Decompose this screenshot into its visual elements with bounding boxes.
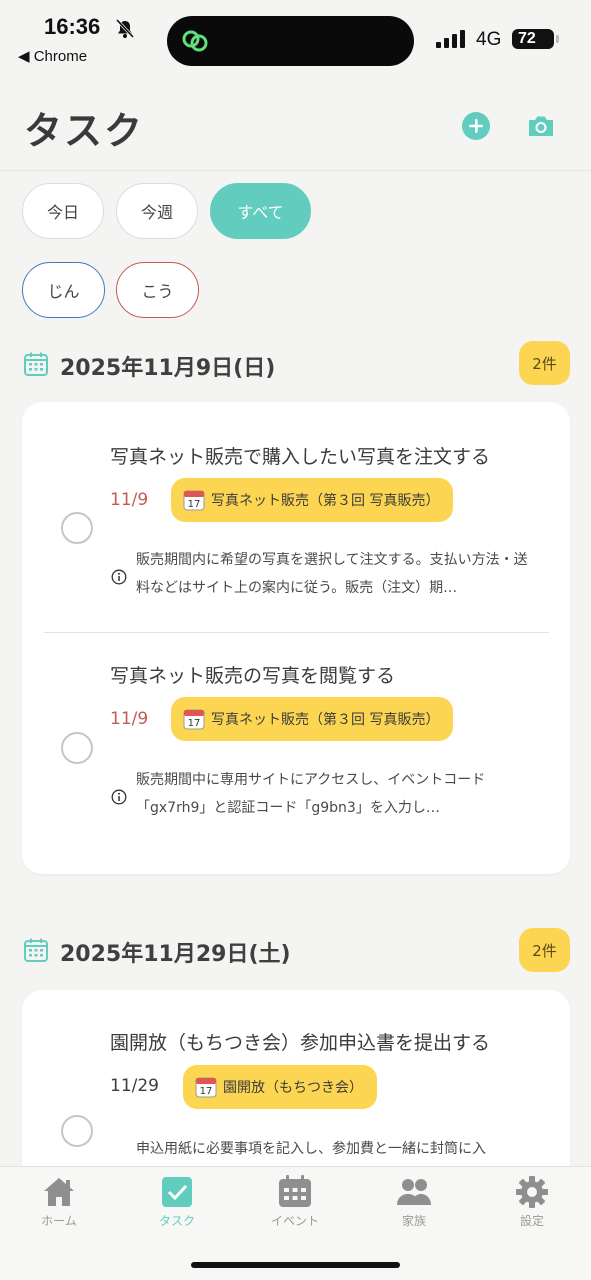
filter-today-chip[interactable]: 今日 [22, 183, 104, 239]
chip-label: 今日 [46, 203, 79, 222]
event-tag-label: 写真ネット販売（第３回 写真販売） [211, 712, 440, 728]
svg-text:17: 17 [188, 499, 201, 510]
chip-label: すべて [237, 203, 284, 222]
calendar-icon: 17 [195, 1077, 217, 1098]
page-title: タスク [24, 109, 145, 153]
task-checkbox[interactable] [61, 1115, 93, 1147]
calendar-icon [279, 1175, 311, 1207]
plus-circle-icon[interactable] [461, 111, 491, 141]
task-title: 写真ネット販売の写真を閲覧する [110, 665, 396, 687]
task-date: 11/29 [110, 1076, 159, 1096]
filter-person-kou-chip[interactable]: こう [116, 262, 199, 318]
bell-muted-icon [115, 18, 135, 39]
filter-person-jin-chip[interactable]: じん [22, 262, 105, 318]
task-checkbox[interactable] [61, 732, 93, 764]
calendar-icon: 17 [183, 490, 205, 511]
back-to-app-link[interactable]: ◀ Chrome [18, 47, 87, 65]
event-tag[interactable]: 17 写真ネット販売（第３回 写真販売） [171, 478, 454, 522]
task-title: 園開放（もちつき会）参加申込書を提出する [110, 1032, 491, 1054]
filter-week-chip[interactable]: 今週 [116, 183, 198, 239]
battery-icon: 72 [512, 29, 554, 49]
signal-icon [436, 30, 465, 48]
tab-label: 家族 [401, 1214, 426, 1228]
chip-label: 今週 [140, 203, 173, 222]
task-date: 11/9 [110, 709, 149, 729]
tab-events[interactable]: イベント [250, 1175, 340, 1235]
tab-family[interactable]: 家族 [369, 1175, 459, 1235]
task-divider [44, 632, 549, 633]
group-date-label: 2025年11月29日(土) [60, 942, 291, 967]
task-date: 11/9 [110, 490, 149, 510]
task-check-icon [162, 1177, 192, 1207]
gear-icon [516, 1176, 548, 1208]
tab-label: イベント [270, 1214, 319, 1228]
task-item[interactable]: 写真ネット販売で購入したい写真を注文する 11/9 17 写真ネット販売（第３回… [22, 402, 570, 634]
tab-home[interactable]: ホーム [14, 1175, 104, 1235]
event-tag[interactable]: 17 写真ネット販売（第３回 写真販売） [171, 697, 454, 741]
task-note: 販売期間内に希望の写真を選択して注文する。支払い方法・送料などはサイト上の案内に… [136, 552, 528, 596]
chip-label: じん [47, 282, 80, 301]
task-item[interactable]: 写真ネット販売の写真を閲覧する 11/9 17 写真ネット販売（第３回 写真販売… [22, 634, 570, 874]
group-date-label: 2025年11月9日(日) [60, 356, 276, 381]
svg-text:17: 17 [188, 718, 201, 729]
task-note: 申込用紙に必要事項を記入し、参加費と一緒に封筒に入 [136, 1141, 486, 1157]
camera-icon[interactable] [526, 111, 556, 141]
event-tag-label: 園開放（もちつき会） [223, 1080, 363, 1096]
filter-all-chip[interactable]: すべて [210, 183, 311, 239]
network-type: 4G [476, 29, 502, 50]
task-card: 写真ネット販売で購入したい写真を注文する 11/9 17 写真ネット販売（第３回… [22, 402, 570, 874]
tab-label: ホーム [41, 1214, 77, 1228]
tab-tasks[interactable]: タスク [132, 1175, 222, 1235]
calendar-grid-icon [24, 352, 48, 376]
info-icon [111, 789, 127, 805]
home-icon [44, 1178, 74, 1206]
task-note: 販売期間中に専用サイトにアクセスし、イベントコード「gx7rh9」と認証コード「… [136, 772, 486, 816]
header-divider [0, 170, 591, 171]
event-tag[interactable]: 17 園開放（もちつき会） [183, 1065, 377, 1109]
calendar-icon: 17 [183, 709, 205, 730]
home-indicator[interactable] [191, 1262, 400, 1268]
family-icon [397, 1179, 431, 1205]
task-title: 写真ネット販売で購入したい写真を注文する [110, 446, 491, 468]
status-bar: 16:36 ◀ Chrome 4G 72 [0, 0, 591, 80]
group-count-badge: 2件 [519, 341, 570, 385]
event-tag-label: 写真ネット販売（第３回 写真販売） [211, 493, 440, 509]
battery-tip [556, 35, 559, 43]
status-time: 16:36 [44, 14, 101, 39]
task-checkbox[interactable] [61, 512, 93, 544]
info-icon [111, 569, 127, 585]
group-count-badge: 2件 [519, 928, 570, 972]
app-link-icon [182, 30, 208, 52]
calendar-grid-icon [24, 938, 48, 962]
svg-text:17: 17 [200, 1086, 213, 1097]
tab-settings[interactable]: 設定 [487, 1175, 577, 1235]
tab-label: タスク [158, 1214, 195, 1228]
dynamic-island [167, 16, 414, 66]
chip-label: こう [141, 282, 174, 301]
tab-label: 設定 [519, 1214, 544, 1228]
